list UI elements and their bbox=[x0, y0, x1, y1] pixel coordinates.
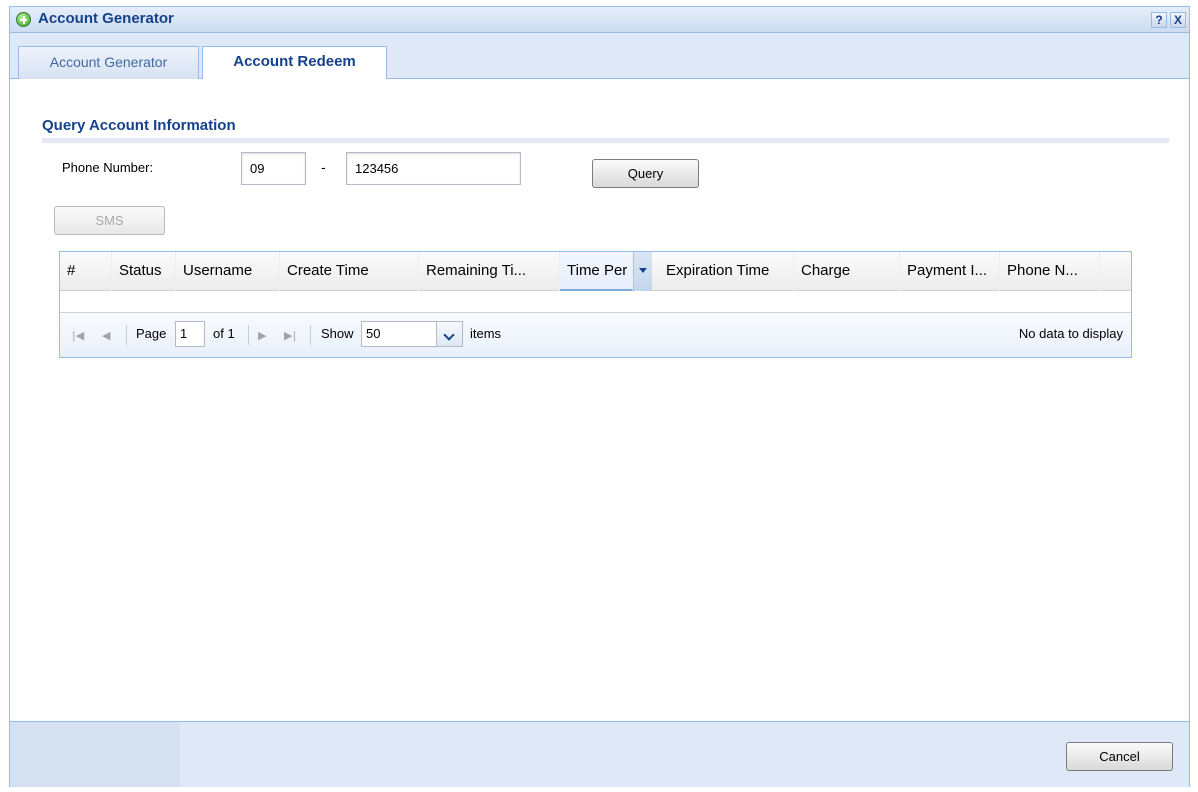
window-titlebar[interactable]: Account Generator ? X bbox=[10, 7, 1189, 33]
phone-number-label: Phone Number: bbox=[62, 160, 154, 175]
account-generator-window: Account Generator ? X Account Generator … bbox=[9, 6, 1190, 787]
tab-strip: Account Generator Account Redeem bbox=[10, 33, 1189, 80]
column-header-payment[interactable]: Payment I... bbox=[900, 252, 1000, 291]
toolbar-separator bbox=[310, 325, 311, 345]
tab-content: Query Account Information Phone Number: … bbox=[10, 79, 1189, 721]
window-footer: Cancel bbox=[10, 721, 1189, 787]
column-menu-trigger[interactable] bbox=[633, 252, 652, 291]
query-button[interactable]: Query bbox=[592, 159, 699, 188]
prev-page-icon[interactable]: ◀ bbox=[102, 329, 110, 342]
chevron-down-icon[interactable] bbox=[437, 321, 463, 347]
empty-grid-message: No data to display bbox=[1018, 326, 1123, 341]
sms-button[interactable]: SMS bbox=[54, 206, 165, 235]
page-label: Page bbox=[136, 326, 167, 341]
column-header-expiration-time[interactable]: Expiration Time bbox=[659, 252, 794, 291]
column-header-username[interactable]: Username bbox=[176, 252, 280, 291]
column-header-charge[interactable]: Charge bbox=[794, 252, 900, 291]
page-size-select[interactable]: 50 bbox=[361, 321, 437, 347]
show-label: Show bbox=[321, 326, 354, 341]
paging-toolbar: |◀ ◀ Page 1 of 1 ▶ ▶| Show 50 items No d… bbox=[60, 313, 1131, 357]
column-header-time-period[interactable]: Time Per bbox=[560, 252, 633, 291]
column-header-create-time[interactable]: Create Time bbox=[280, 252, 419, 291]
footer-left-panel bbox=[10, 722, 180, 787]
column-header-index[interactable]: # bbox=[60, 252, 112, 291]
add-icon bbox=[16, 12, 31, 27]
column-header-status[interactable]: Status bbox=[112, 252, 176, 291]
page-count-label: of 1 bbox=[213, 326, 235, 341]
accounts-grid: # Status Username Create Time Remaining … bbox=[59, 251, 1132, 358]
column-header-remaining-time[interactable]: Remaining Ti... bbox=[419, 252, 560, 291]
section-title: Query Account Information bbox=[42, 117, 236, 134]
tab-account-redeem[interactable]: Account Redeem bbox=[202, 46, 387, 80]
toolbar-separator bbox=[248, 325, 249, 345]
cancel-button[interactable]: Cancel bbox=[1066, 742, 1173, 771]
items-label: items bbox=[470, 326, 502, 341]
page-number-input[interactable]: 1 bbox=[175, 321, 205, 347]
last-page-icon[interactable]: ▶| bbox=[284, 329, 296, 342]
phone-separator: - bbox=[321, 161, 326, 176]
next-page-icon[interactable]: ▶ bbox=[258, 329, 266, 342]
tab-account-generator[interactable]: Account Generator bbox=[18, 46, 199, 79]
close-button[interactable]: X bbox=[1170, 12, 1186, 28]
help-button[interactable]: ? bbox=[1151, 12, 1167, 28]
phone-prefix-input[interactable]: 09 bbox=[241, 152, 306, 185]
phone-number-input[interactable]: 123456 bbox=[346, 152, 521, 185]
grid-header: # Status Username Create Time Remaining … bbox=[60, 252, 1131, 291]
grid-body bbox=[60, 291, 1131, 313]
section-divider bbox=[42, 138, 1169, 143]
column-header-phone-number[interactable]: Phone N... bbox=[1000, 252, 1100, 291]
toolbar-separator bbox=[126, 325, 127, 345]
first-page-icon[interactable]: |◀ bbox=[72, 329, 84, 342]
window-title: Account Generator bbox=[38, 10, 174, 27]
